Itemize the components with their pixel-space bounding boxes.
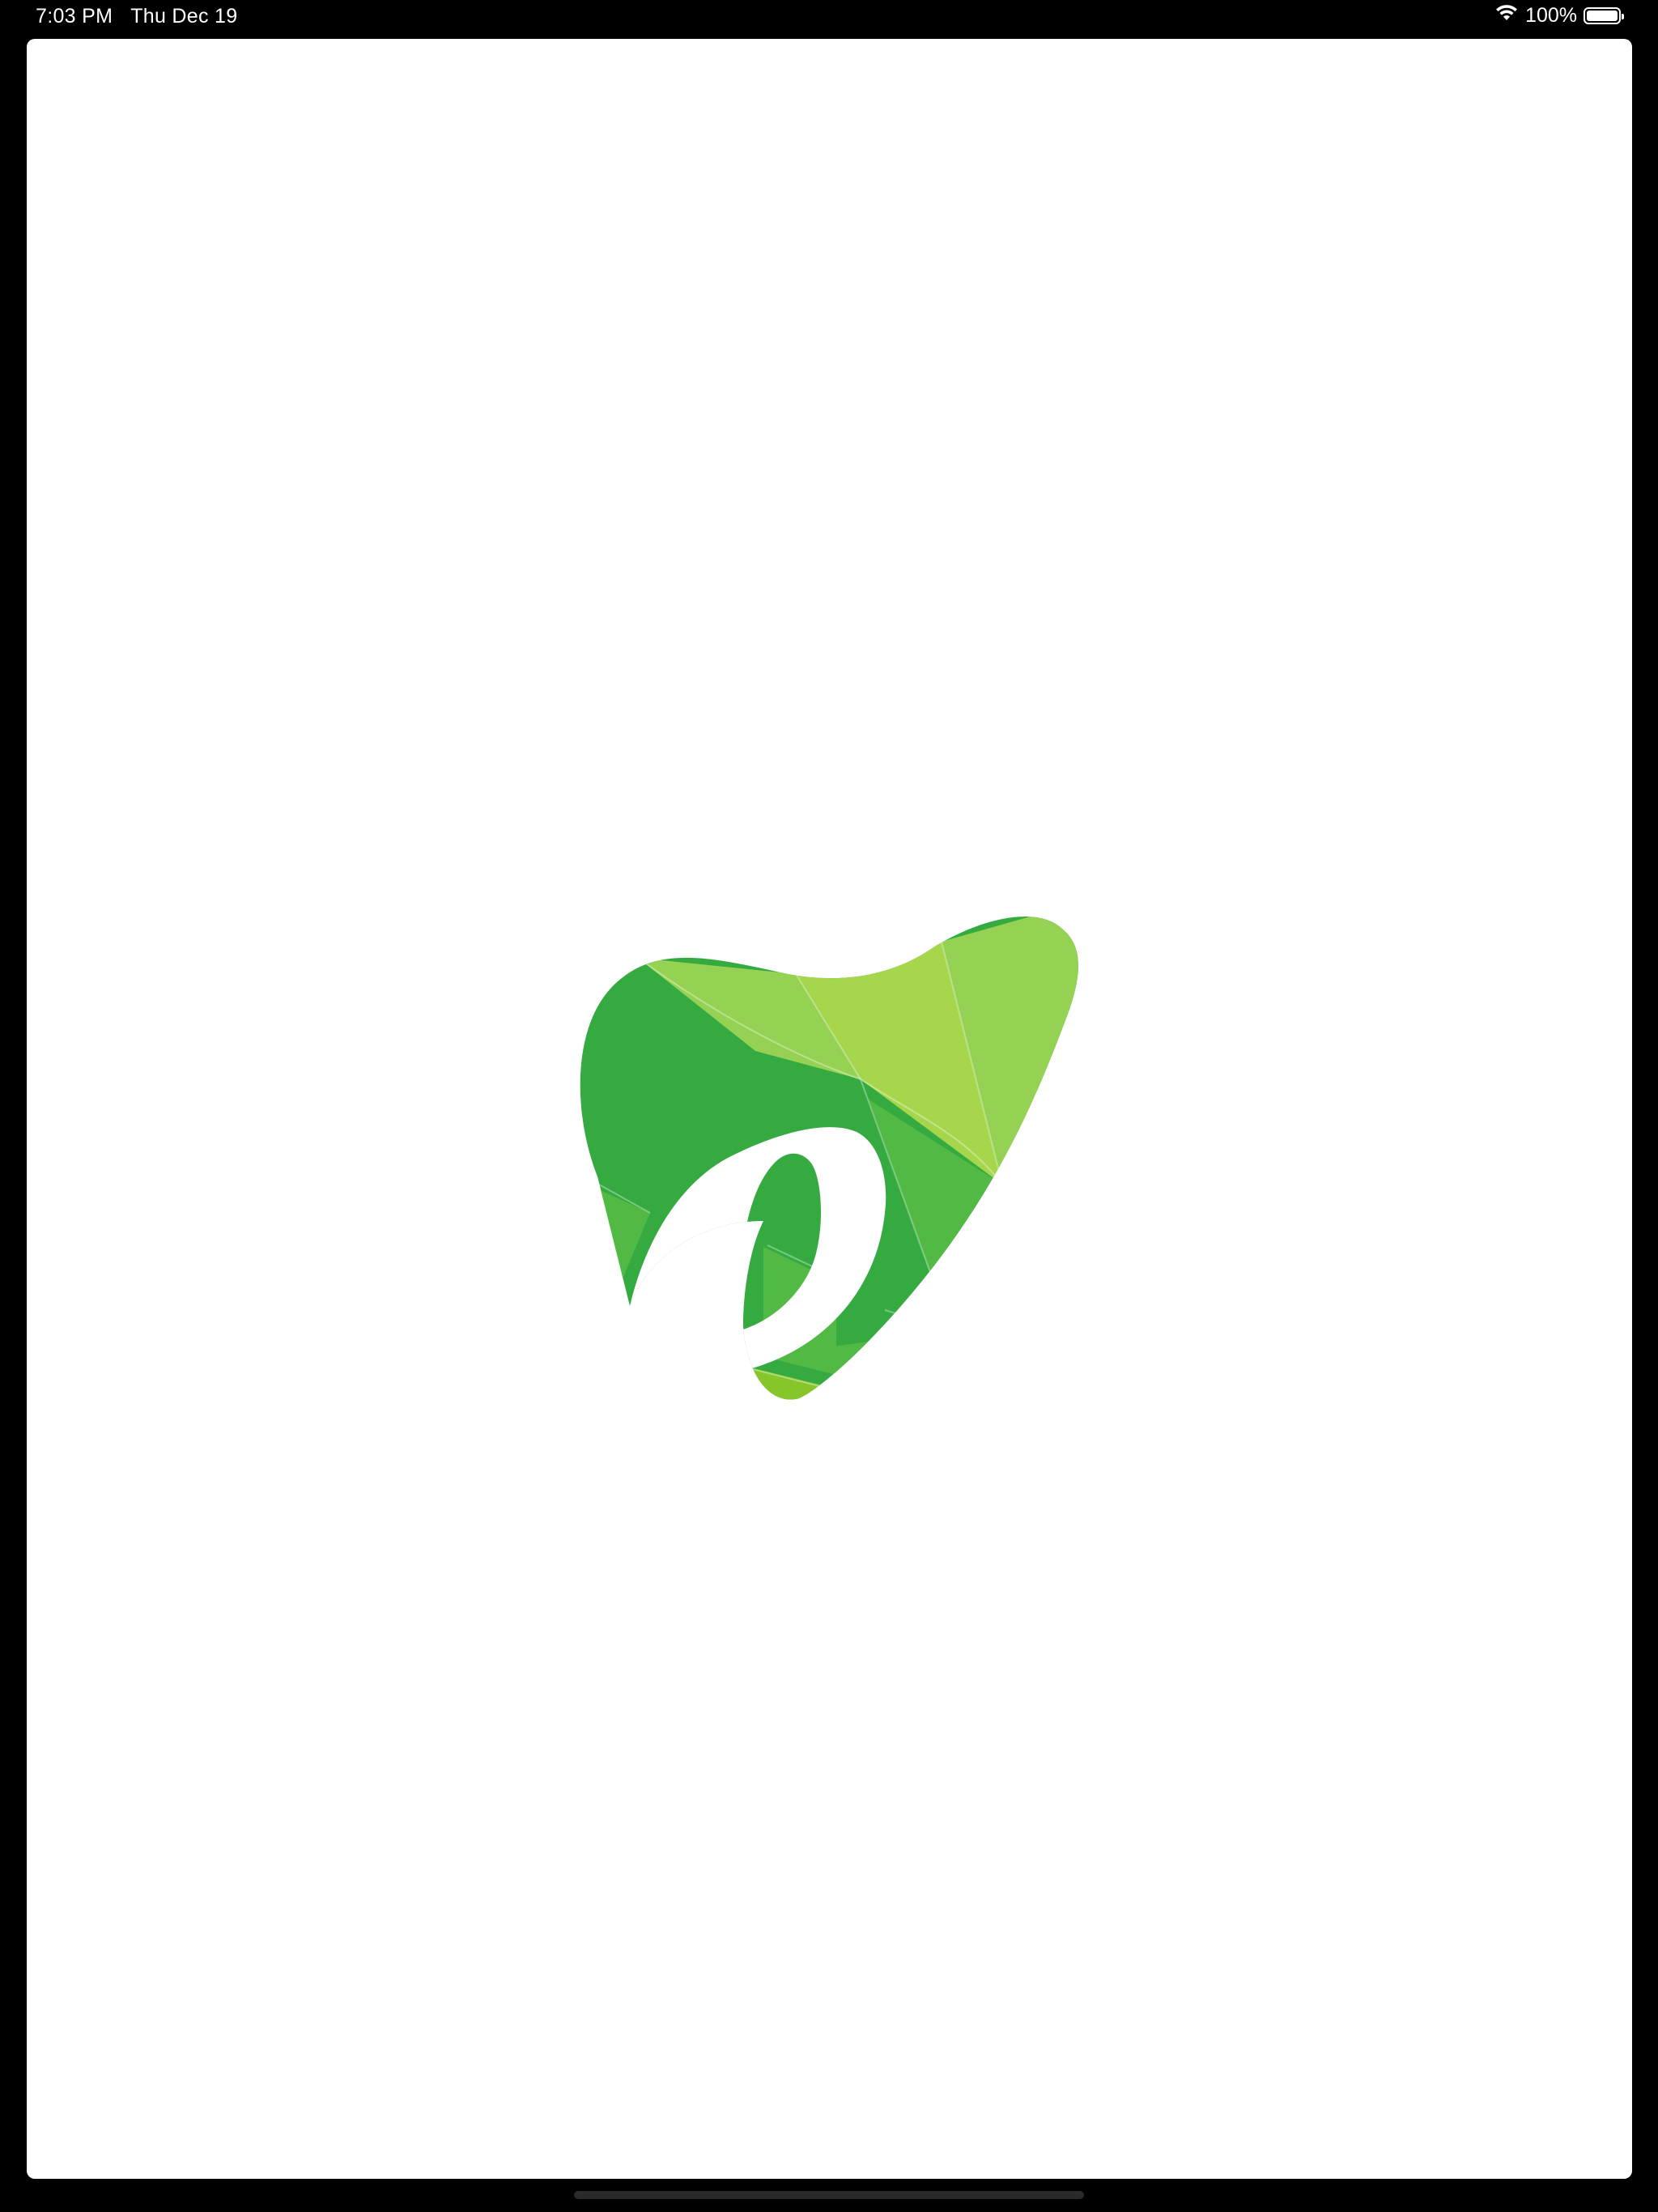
- dental-tooth-logo-icon: [580, 917, 1078, 1400]
- status-left: 7:03 PM Thu Dec 19: [36, 5, 237, 28]
- device-frame: 7:03 PM Thu Dec 19 100%: [0, 0, 1658, 2212]
- status-right: 100%: [1494, 4, 1624, 28]
- wifi-icon: [1494, 4, 1519, 28]
- status-time: 7:03 PM: [36, 5, 113, 28]
- logo-seam: [1001, 1184, 1048, 1214]
- battery-icon: [1584, 7, 1624, 24]
- battery-level-fill: [1587, 11, 1618, 21]
- status-date: Thu Dec 19: [130, 5, 238, 28]
- battery-tip: [1622, 14, 1624, 19]
- splash-screen: [27, 39, 1632, 2179]
- home-indicator[interactable]: [574, 2191, 1084, 2199]
- status-bar: 7:03 PM Thu Dec 19 100%: [0, 0, 1658, 36]
- battery-percent: 100%: [1525, 4, 1577, 27]
- logo-seam: [884, 1309, 950, 1331]
